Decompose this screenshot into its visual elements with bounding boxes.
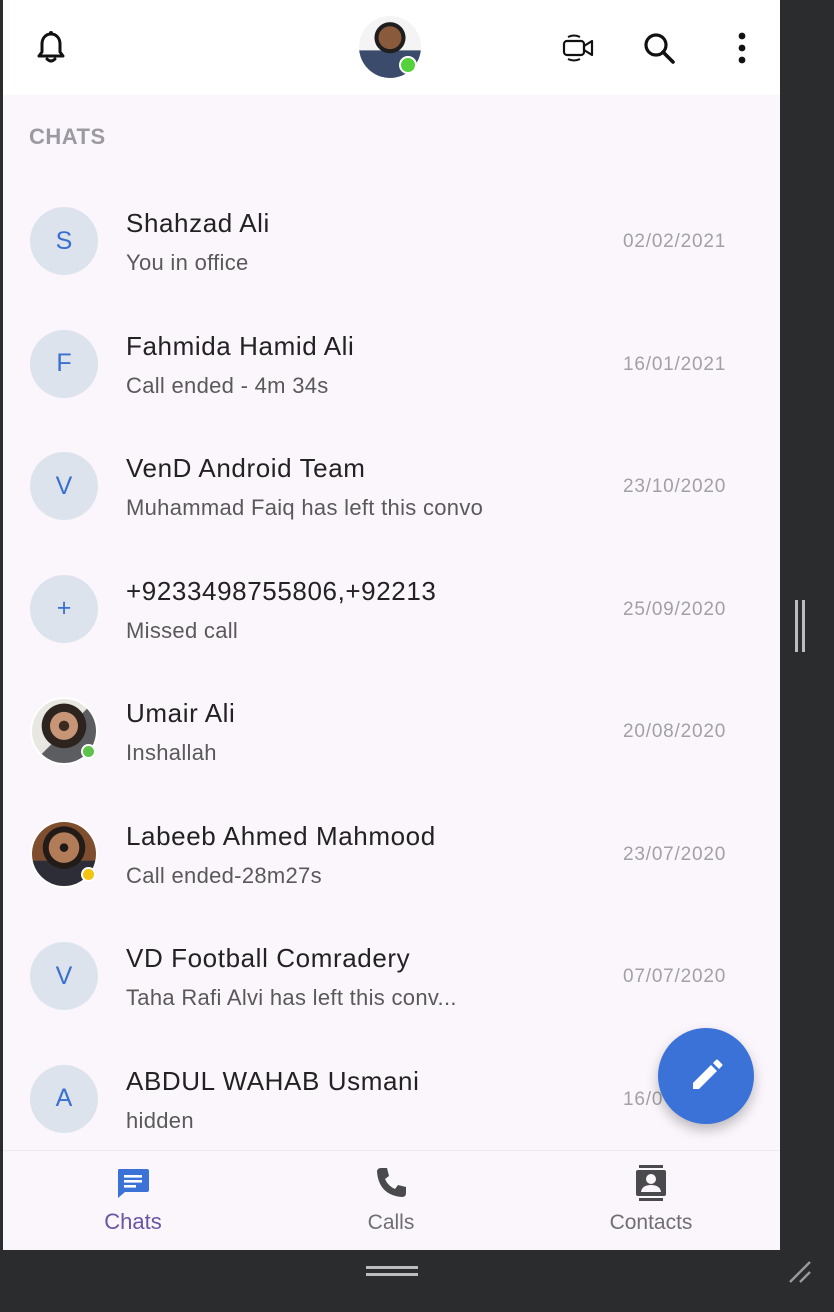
avatar-initial: F [56, 349, 72, 377]
section-title: CHATS [29, 124, 106, 149]
profile-avatar[interactable] [359, 16, 421, 78]
bell-icon[interactable] [31, 28, 71, 68]
avatar: V [30, 942, 98, 1010]
chat-name: Umair Ali [126, 698, 236, 728]
chat-name: Shahzad Ali [126, 208, 270, 238]
bottom-drag-handle[interactable] [366, 1266, 418, 1276]
chat-name: Labeeb Ahmed Mahmood [126, 820, 436, 851]
avatar-initial: V [55, 961, 73, 990]
chat-preview: Muhammad Faiq has left this convo [126, 495, 484, 520]
online-status-dot [399, 56, 417, 74]
side-drag-handle[interactable] [794, 600, 806, 652]
avatar-initial: S [55, 226, 73, 255]
avatar-initial: + [56, 594, 72, 622]
avatar [30, 819, 98, 888]
chat-date: 07/07/2020 [623, 966, 727, 987]
chat-row[interactable]: F Fahmida Hamid Ali Call ended - 4m 34s … [3, 303, 780, 426]
chat-preview: You in office [126, 250, 249, 275]
avatar-initial: V [55, 471, 73, 500]
avatar: A [30, 1064, 98, 1133]
chat-name: ABDUL WAHAB Usmani [126, 1065, 420, 1096]
phone-icon [377, 1168, 406, 1197]
chat-list: S Shahzad Ali You in office 02/02/2021 F… [3, 180, 780, 1160]
chat-date: 23/10/2020 [623, 476, 727, 497]
chat-row[interactable]: S Shahzad Ali You in office 02/02/2021 [3, 180, 780, 303]
chat-preview: Inshallah [126, 740, 217, 765]
new-chat-fab[interactable] [658, 1028, 754, 1124]
avatar: V [30, 452, 98, 520]
chat-date: 16/01/2021 [623, 353, 727, 375]
resize-grip-icon[interactable] [786, 1258, 814, 1286]
tab-label: Contacts [609, 1211, 693, 1234]
chat-date: 16/0 [623, 1088, 664, 1110]
avatar: S [30, 207, 98, 275]
chat-row[interactable]: Umair Ali Inshallah 20/08/2020 [3, 670, 780, 793]
tab-contacts[interactable]: Contacts [551, 1151, 751, 1250]
chat-date: 20/08/2020 [623, 721, 727, 742]
avatar: F [30, 329, 98, 398]
chat-date: 02/02/2021 [623, 231, 727, 252]
edit-pencil-icon [693, 1059, 723, 1089]
bottom-navigation: Chats Calls Contacts [3, 1150, 780, 1250]
app-window: CHATS S Shahzad Ali You in office 02/02/… [3, 0, 780, 1250]
chat-date: 25/09/2020 [623, 598, 727, 620]
avatar-initial: A [55, 1084, 73, 1112]
video-call-icon[interactable] [558, 28, 598, 68]
avatar: + [30, 574, 98, 643]
contacts-icon [636, 1165, 666, 1201]
chat-preview: Call ended-28m27s [126, 862, 322, 888]
chat-preview: hidden [126, 1107, 194, 1133]
chat-preview: Missed call [126, 617, 239, 643]
chat-name: VenD Android Team [126, 453, 366, 483]
chat-icon [118, 1169, 149, 1198]
tab-label: Calls [367, 1211, 415, 1234]
away-status-dot [81, 866, 96, 882]
more-vert-icon[interactable] [722, 28, 762, 68]
tab-calls[interactable]: Calls [291, 1151, 491, 1250]
chat-row[interactable]: Labeeb Ahmed Mahmood Call ended-28m27s 2… [3, 793, 780, 916]
top-app-bar [3, 0, 780, 95]
chat-row[interactable]: + +9233498755806,+92213 Missed call 25/0… [3, 548, 780, 671]
tab-chats[interactable]: Chats [33, 1151, 233, 1250]
chat-name: Fahmida Hamid Ali [126, 330, 355, 361]
online-status-dot [81, 744, 96, 759]
avatar [30, 697, 98, 765]
chat-preview: Taha Rafi Alvi has left this conv... [126, 985, 457, 1010]
chat-row[interactable]: V VenD Android Team Muhammad Faiq has le… [3, 425, 780, 548]
chat-name: VD Football Comradery [126, 943, 411, 973]
chat-date: 23/07/2020 [623, 843, 727, 865]
chat-preview: Call ended - 4m 34s [126, 372, 329, 398]
chat-name: +9233498755806,+92213 [126, 575, 437, 606]
tab-label: Chats [104, 1209, 162, 1234]
chat-row[interactable]: V VD Football Comradery Taha Rafi Alvi h… [3, 915, 780, 1038]
search-icon[interactable] [639, 28, 679, 68]
